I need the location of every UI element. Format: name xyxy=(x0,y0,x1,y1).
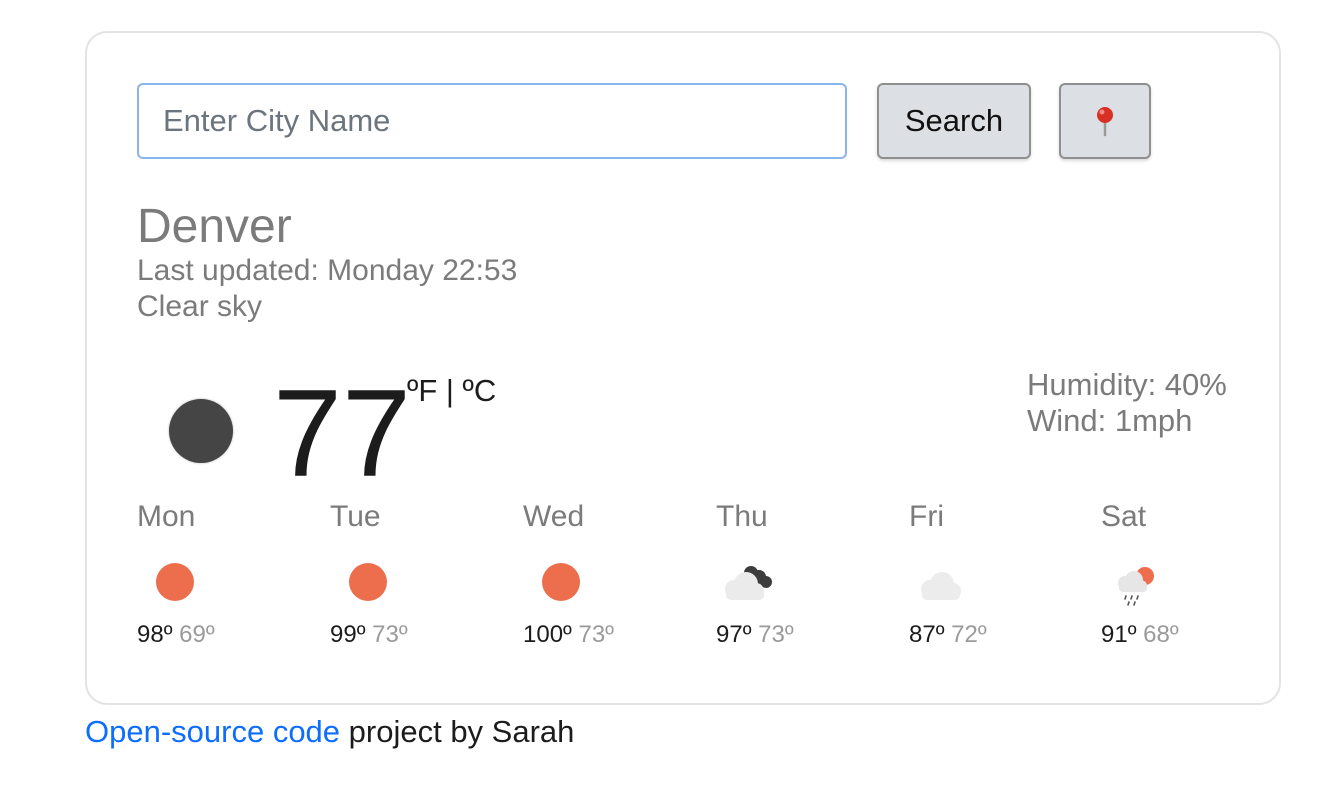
unit-separator: | xyxy=(437,373,463,408)
wind-text: Wind: 1mph xyxy=(1027,403,1193,438)
current-location-button[interactable] xyxy=(1059,83,1151,159)
fahrenheit-link[interactable]: ºF xyxy=(407,373,437,408)
forecast-day-name: Mon xyxy=(137,500,196,533)
forecast-temps: 87º 72º xyxy=(909,621,987,649)
forecast-day: Sat 91º 68º xyxy=(1101,499,1281,648)
forecast-day: Fri 87º 72º xyxy=(909,499,1089,648)
city-name: Denver xyxy=(137,200,292,253)
forecast-max: 98º xyxy=(137,621,173,648)
forecast-max: 100º xyxy=(523,621,572,648)
weather-description: Clear sky xyxy=(137,290,263,323)
open-source-link[interactable]: Open-source code xyxy=(85,714,340,749)
sun-icon xyxy=(542,563,580,601)
current-temperature: 77 xyxy=(273,365,411,503)
cloud-icon xyxy=(921,572,961,600)
forecast-day-name: Tue xyxy=(330,500,381,533)
forecast-day: Tue 99º 73º xyxy=(330,499,510,648)
weather-card: Search Denver Last updated: Monday 22:53… xyxy=(85,31,1281,705)
city-search-input[interactable] xyxy=(137,83,847,159)
sun-icon xyxy=(156,563,194,601)
forecast-day: Wed 100º 73º xyxy=(523,499,703,648)
forecast-day: Thu 97º 73º xyxy=(716,499,896,648)
weather-conditions: Humidity: 40% Wind: 1mph xyxy=(1027,367,1227,439)
forecast-temps: 97º 73º xyxy=(716,621,794,649)
forecast-day-name: Fri xyxy=(909,500,944,533)
forecast-min: 73º xyxy=(758,621,794,648)
sun-icon xyxy=(349,563,387,601)
forecast-temps: 100º 73º xyxy=(523,621,614,649)
unit-toggle: ºF | ºC xyxy=(407,371,496,411)
forecast-temps: 98º 69º xyxy=(137,621,215,649)
night-cloud-icon xyxy=(725,566,772,600)
forecast-min: 73º xyxy=(372,621,408,648)
celsius-link[interactable]: ºC xyxy=(463,373,497,408)
humidity-text: Humidity: 40% xyxy=(1027,367,1227,402)
pushpin-icon xyxy=(1097,107,1113,137)
forecast-max: 87º xyxy=(909,621,945,648)
footer: Open-source code project by Sarah xyxy=(85,712,574,752)
search-button[interactable]: Search xyxy=(877,83,1031,159)
forecast-day: Mon 98º 69º xyxy=(137,499,317,648)
forecast-day-name: Thu xyxy=(716,500,768,533)
forecast-min: 69º xyxy=(179,621,215,648)
forecast-temps: 99º 73º xyxy=(330,621,408,649)
forecast-min: 72º xyxy=(951,621,987,648)
forecast-day-name: Sat xyxy=(1101,500,1147,533)
sun-rain-cloud-icon xyxy=(1118,567,1154,606)
footer-credit: project by Sarah xyxy=(340,714,575,749)
forecast-temps: 91º 68º xyxy=(1101,621,1179,649)
forecast-max: 97º xyxy=(716,621,752,648)
forecast-min: 73º xyxy=(578,621,614,648)
forecast-min: 68º xyxy=(1143,621,1179,648)
moon-icon xyxy=(169,399,233,463)
forecast-day-name: Wed xyxy=(523,500,585,533)
last-updated-text: Last updated: Monday 22:53 xyxy=(137,254,518,287)
forecast-max: 91º xyxy=(1101,621,1137,648)
forecast-max: 99º xyxy=(330,621,366,648)
